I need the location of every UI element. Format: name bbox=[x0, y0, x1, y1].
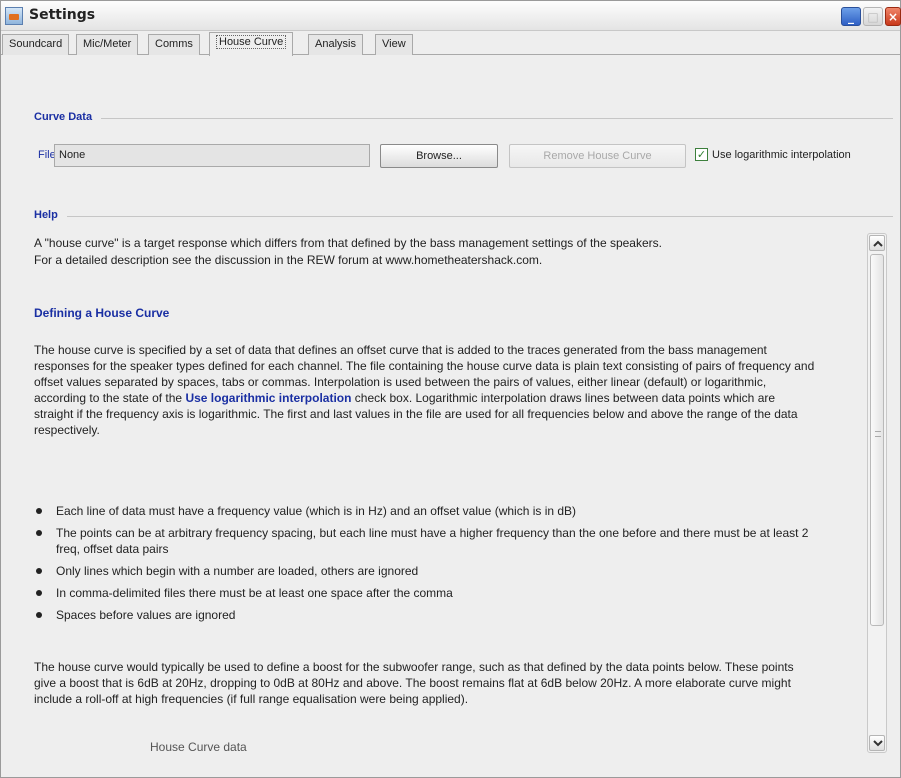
grip-icon bbox=[875, 431, 881, 437]
help-heading: Help bbox=[34, 209, 58, 221]
chevron-down-icon bbox=[873, 740, 883, 747]
tab-comms[interactable]: Comms bbox=[148, 34, 200, 55]
remove-house-curve-button: Remove House Curve bbox=[509, 144, 686, 168]
help-scrollbar[interactable] bbox=[867, 233, 887, 753]
list-item: Only lines which begin with a number are… bbox=[34, 563, 824, 579]
browse-button[interactable]: Browse... bbox=[380, 144, 498, 168]
help-paragraph-1-keyword: Use logarithmic interpolation bbox=[185, 391, 352, 405]
title-bar[interactable]: Settings _ □ × bbox=[1, 1, 901, 31]
window-title: Settings bbox=[29, 7, 96, 23]
log-interpolation-checkbox[interactable]: ✓ bbox=[695, 148, 708, 161]
chevron-up-icon bbox=[873, 240, 883, 247]
list-item: In comma-delimited files there must be a… bbox=[34, 585, 824, 601]
help-intro-line-1: A "house curve" is a target response whi… bbox=[34, 236, 662, 250]
list-item: Spaces before values are ignored bbox=[34, 607, 824, 623]
defining-house-curve-title: Defining a House Curve bbox=[34, 306, 170, 320]
list-item: Each line of data must have a frequency … bbox=[34, 503, 824, 519]
tab-strip: Soundcard Mic/Meter Comms House Curve An… bbox=[1, 31, 900, 56]
tab-soundcard[interactable]: Soundcard bbox=[2, 34, 70, 55]
tab-view[interactable]: View bbox=[375, 34, 413, 55]
scroll-up-button[interactable] bbox=[869, 235, 885, 251]
list-item: The points can be at arbitrary frequency… bbox=[34, 525, 824, 557]
settings-window: Settings _ □ × Soundcard Mic/Meter Comms… bbox=[0, 0, 901, 778]
help-intro-line-2: For a detailed description see the discu… bbox=[34, 253, 543, 267]
java-cup-icon bbox=[5, 7, 23, 25]
minimize-button[interactable]: _ bbox=[841, 7, 861, 26]
house-curve-data-caption: House Curve data bbox=[150, 740, 247, 754]
close-button[interactable]: × bbox=[885, 7, 901, 26]
help-paragraph-2: The house curve would typically be used … bbox=[34, 660, 794, 706]
file-path-field: None bbox=[54, 144, 370, 167]
scroll-down-button[interactable] bbox=[869, 735, 885, 751]
help-bullet-list: Each line of data must have a frequency … bbox=[34, 503, 824, 629]
scrollbar-thumb[interactable] bbox=[870, 254, 884, 626]
curve-data-divider bbox=[101, 118, 893, 119]
help-divider bbox=[67, 216, 893, 217]
maximize-button: □ bbox=[863, 7, 883, 26]
help-text-panel[interactable]: A "house curve" is a target response whi… bbox=[34, 229, 894, 759]
tab-analysis[interactable]: Analysis bbox=[308, 34, 363, 55]
log-interpolation-label[interactable]: Use logarithmic interpolation bbox=[712, 149, 851, 161]
help-paragraph-1: The house curve is specified by a set of… bbox=[34, 342, 816, 438]
tab-house-curve[interactable]: House Curve bbox=[209, 32, 294, 56]
curve-data-heading: Curve Data bbox=[34, 111, 93, 123]
tab-mic-meter[interactable]: Mic/Meter bbox=[76, 34, 139, 55]
